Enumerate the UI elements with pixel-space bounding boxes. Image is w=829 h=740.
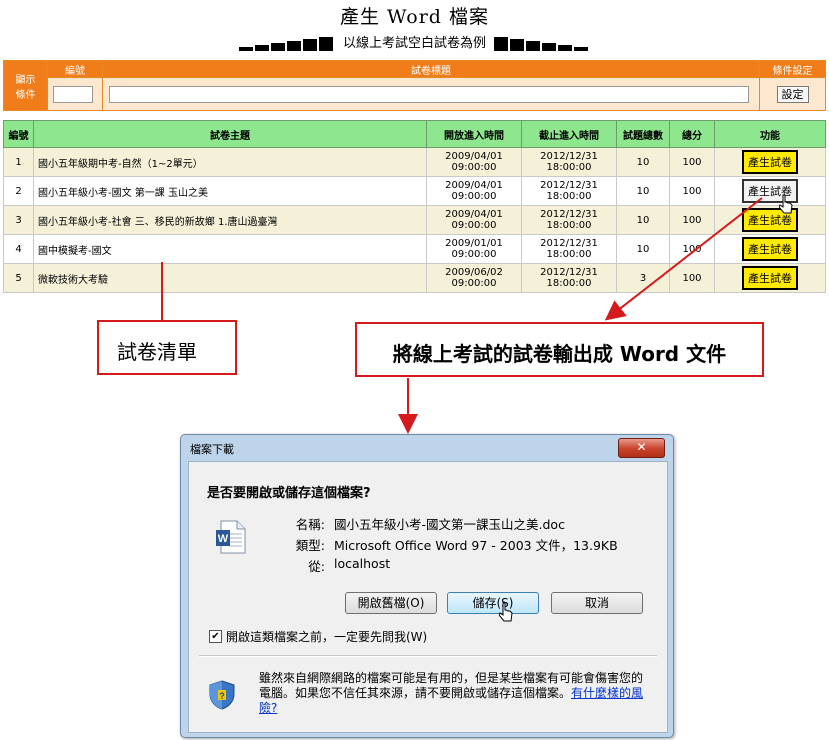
type-label: 類型: [295,538,325,553]
dialog-question: 是否要開啟或儲存這個檔案? [207,486,371,501]
checkbox-label: 開啟這類檔案之前，一定要先問我(W) [226,630,428,644]
dialog-title: 檔案下載 [190,443,234,456]
mouse-cursor-icon [499,602,513,622]
file-source: localhost [334,556,391,571]
checkmark-icon: ✔ [211,631,220,642]
dialog-titlebar: 檔案下載 ✕ [181,435,673,461]
exam-list-callout: 試卷清單 [97,320,237,375]
file-name: 國小五年級小考-國文第一課玉山之美.doc [334,517,565,532]
name-label: 名稱: [295,517,325,532]
divider [199,655,657,657]
shield-icon: ? [209,680,235,710]
open-button[interactable]: 開啟舊檔(O) [345,592,437,614]
svg-text:W: W [218,533,229,545]
word-document-icon: W [216,520,246,554]
security-warning: 雖然來自網際網路的檔案可能是有用的，但是某些檔案有可能會傷害您的電腦。如果您不信… [259,671,654,716]
ask-before-open-checkbox[interactable]: ✔ [209,630,222,643]
file-download-dialog: 檔案下載 ✕ 是否要開啟或儲存這個檔案? W 名稱: 國小五年級小考-國文第一課… [180,434,674,738]
arrow-to-button [604,197,763,321]
close-button[interactable]: ✕ [618,438,665,458]
close-icon: ✕ [636,440,647,454]
save-button[interactable]: 儲存(S) [447,592,539,614]
file-type: Microsoft Office Word 97 - 2003 文件，13.9K… [334,538,618,553]
dialog-body: 是否要開啟或儲存這個檔案? W 名稱: 國小五年級小考-國文第一課玉山之美.do… [188,461,668,733]
cancel-button[interactable]: 取消 [551,592,643,614]
svg-text:?: ? [219,691,225,701]
from-label: 從: [308,559,325,574]
export-word-callout: 將線上考試的試卷輸出成 Word 文件 [355,322,764,377]
